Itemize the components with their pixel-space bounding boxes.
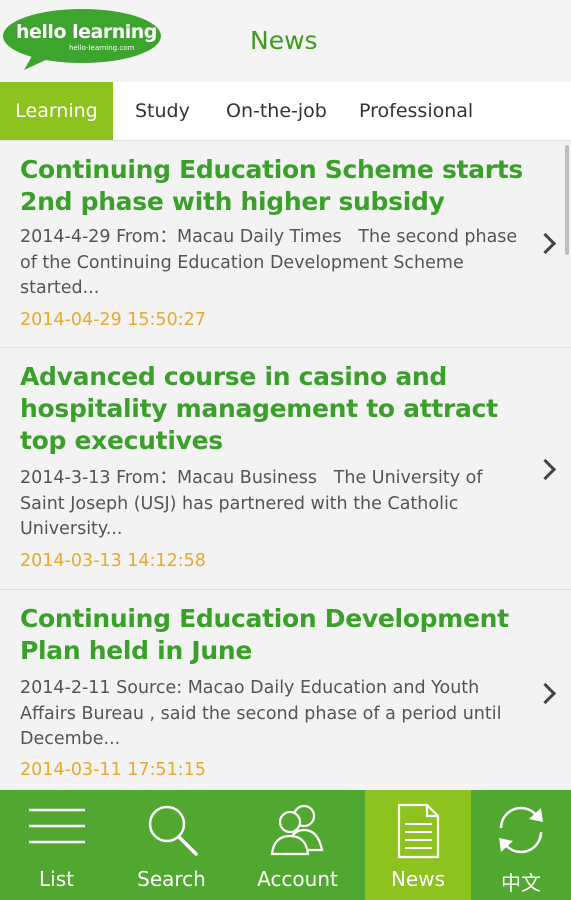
tab-study[interactable]: Study	[135, 82, 190, 140]
nav-language[interactable]: 中文	[471, 790, 571, 900]
nav-search-label: Search	[137, 867, 206, 891]
news-item[interactable]: Advanced course in casino and hospitalit…	[0, 348, 571, 590]
scrollbar[interactable]	[565, 145, 569, 255]
hello-learning-logo[interactable]: hello learning hello-learning.com	[2, 8, 162, 72]
news-summary: 2014-2-11 Source: Macao Daily Education …	[20, 678, 502, 749]
logo-text: hello learning	[16, 21, 157, 43]
search-icon	[113, 802, 230, 862]
news-item[interactable]: Continuing Education Development Plan he…	[0, 590, 571, 789]
nav-news-label: News	[390, 867, 446, 891]
news-title: Continuing Education Development Plan he…	[20, 604, 509, 665]
nav-account-label: Account	[257, 867, 338, 891]
news-title: Advanced course in casino and hospitalit…	[20, 362, 498, 455]
nav-list[interactable]: List	[0, 790, 113, 900]
nav-language-label: 中文	[501, 871, 541, 895]
news-date: 2014-03-13 14:12:58	[20, 551, 206, 571]
tab-learning[interactable]: Learning	[0, 82, 113, 140]
app-header: hello learning hello-learning.com News	[0, 0, 571, 83]
tab-on-the-job[interactable]: On-the-job	[226, 82, 327, 140]
news-summary: 2014-4-29 From：Macau Daily Times The sec…	[20, 227, 518, 298]
nav-account[interactable]: Account	[230, 790, 365, 900]
bottom-nav: List Search Account News 中文	[0, 790, 571, 900]
logo-subtext: hello-learning.com	[69, 44, 135, 52]
refresh-language-icon	[471, 802, 571, 862]
nav-list-label: List	[39, 867, 74, 891]
news-date: 2014-03-11 17:51:15	[20, 760, 206, 780]
news-list: Continuing Education Scheme starts 2nd p…	[0, 141, 571, 789]
news-title: Continuing Education Scheme starts 2nd p…	[20, 155, 524, 216]
news-date: 2014-04-29 15:50:27	[20, 310, 206, 330]
category-tabs: Learning Study On-the-job Professional	[0, 82, 571, 141]
tab-professional[interactable]: Professional	[359, 82, 473, 140]
account-icon	[230, 802, 365, 862]
nav-search[interactable]: Search	[113, 790, 230, 900]
chevron-right-icon	[534, 682, 557, 705]
page-title: News	[250, 26, 318, 55]
news-item[interactable]: Continuing Education Scheme starts 2nd p…	[0, 141, 571, 348]
news-icon	[365, 802, 471, 864]
chevron-right-icon	[534, 232, 557, 255]
chevron-right-icon	[534, 458, 557, 481]
nav-news[interactable]: News	[365, 790, 471, 900]
news-summary: 2014-3-13 From：Macau Business The Univer…	[20, 468, 483, 539]
list-icon	[0, 802, 113, 856]
